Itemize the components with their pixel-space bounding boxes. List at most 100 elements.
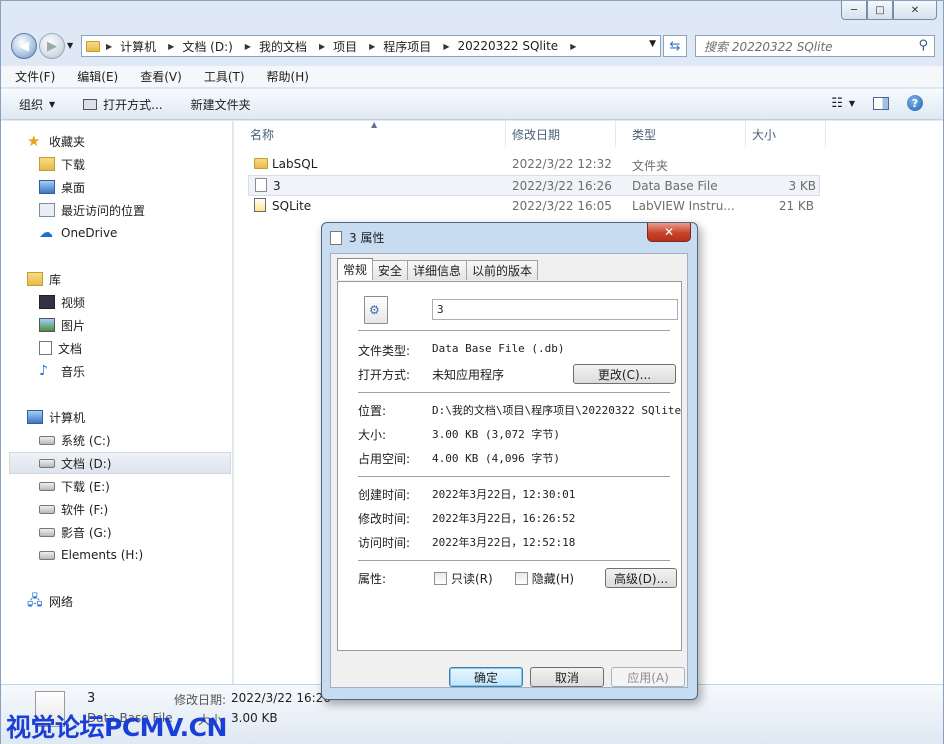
location-row: 位置: D:\我的文档\项目\程序项目\20220322 SQlite <box>358 402 681 419</box>
libraries-header[interactable]: 库 <box>27 268 61 290</box>
sidebar-item-drive-d[interactable]: 文档 (D:) <box>9 452 231 474</box>
sidebar-item-videos[interactable]: 视频 <box>39 291 85 313</box>
sidebar-item-music[interactable]: ♪ 音乐 <box>39 360 85 382</box>
file-name-input[interactable]: 3 <box>432 299 678 320</box>
sidebar-item-pictures[interactable]: 图片 <box>39 314 85 336</box>
sidebar-item-label: Elements (H:) <box>61 548 144 562</box>
document-icon <box>39 341 52 355</box>
refresh-button[interactable]: ⇆ <box>663 35 687 57</box>
sidebar-item-drive-g[interactable]: 影音 (G:) <box>39 521 112 543</box>
sidebar-item-drive-h[interactable]: Elements (H:) <box>39 544 143 566</box>
menu-view[interactable]: 查看(V) <box>136 68 186 85</box>
file-row-labsql[interactable]: LabSQL 2022/3/22 12:32 文件夹 <box>248 154 820 175</box>
file-type: LabVIEW Instru... <box>632 199 735 213</box>
advanced-button[interactable]: 高级(D)... <box>605 568 677 588</box>
menu-file[interactable]: 文件(F) <box>11 68 59 85</box>
tab-previous-versions[interactable]: 以前的版本 <box>466 260 539 280</box>
sidebar-item-onedrive[interactable]: ☁ OneDrive <box>39 222 117 244</box>
sidebar-item-label: 影音 (G:) <box>61 525 112 540</box>
file-type-row: 文件类型: Data Base File (.db) <box>358 342 564 359</box>
folder-icon <box>86 40 100 52</box>
tab-details[interactable]: 详细信息 <box>407 260 468 280</box>
column-header-size[interactable]: 大小 <box>736 121 826 147</box>
close-window-button[interactable]: ✕ <box>893 1 937 20</box>
address-bar[interactable]: ▶ 计算机 ▶ 文档 (D:) ▶ 我的文档 ▶ 项目 ▶ 程序项目 ▶ 20220322 … <box>81 35 661 57</box>
cancel-button[interactable]: 取消 <box>530 667 604 687</box>
checkbox-box <box>434 572 447 585</box>
breadcrumb-separator-icon[interactable]: ▶ <box>369 42 375 51</box>
address-dropdown-icon[interactable]: ▼ <box>649 39 656 49</box>
open-with-button[interactable]: 打开方式... <box>83 96 163 113</box>
network-header[interactable]: 🖧 网络 <box>27 590 73 612</box>
tab-general[interactable]: 常规 <box>337 258 374 280</box>
breadcrumb-drive-d[interactable]: 文档 (D:) <box>182 38 232 55</box>
view-options-icon[interactable]: ☷ <box>831 96 843 111</box>
preview-pane-icon[interactable] <box>873 96 889 110</box>
attributes-row: 属性: 只读(R) 隐藏(H) <box>358 570 574 587</box>
breadcrumb-separator-icon[interactable]: ▶ <box>570 42 576 51</box>
breadcrumb-separator-icon[interactable]: ▶ <box>168 42 174 51</box>
attributes-label: 属性: <box>358 572 387 586</box>
breadcrumb-current-folder[interactable]: 20220322 SQlite <box>457 39 558 53</box>
breadcrumb-my-documents[interactable]: 我的文档 <box>259 38 307 55</box>
column-header-name[interactable]: 名称 <box>234 121 506 147</box>
file-modified: 2022/3/22 12:32 <box>512 157 612 171</box>
organize-button[interactable]: 组织 ▼ <box>19 96 55 113</box>
breadcrumb-projects[interactable]: 项目 <box>333 38 357 55</box>
readonly-checkbox[interactable]: 只读(R) <box>434 570 493 587</box>
apply-button[interactable]: 应用(A) <box>611 667 685 687</box>
column-header-label: 名称 <box>250 127 275 142</box>
sidebar-item-recent-places[interactable]: 最近访问的位置 <box>39 199 145 221</box>
accessed-row: 访问时间: 2022年3月22日，12:52:18 <box>358 534 575 551</box>
computer-label: 计算机 <box>49 410 86 425</box>
tab-security[interactable]: 安全 <box>372 260 409 280</box>
favorites-header[interactable]: ★ 收藏夹 <box>27 130 85 152</box>
back-button[interactable]: ◀ <box>11 33 37 59</box>
change-button[interactable]: 更改(C)... <box>573 364 676 384</box>
accessed-value: 2022年3月22日，12:52:18 <box>432 536 576 549</box>
menu-help[interactable]: 帮助(H) <box>263 68 313 85</box>
sidebar-item-drive-e[interactable]: 下载 (E:) <box>39 475 110 497</box>
libraries-label: 库 <box>49 272 62 287</box>
dialog-title: 3 属性 <box>349 231 385 245</box>
column-header-type[interactable]: 类型 <box>616 121 746 147</box>
breadcrumb-separator-icon[interactable]: ▶ <box>245 42 251 51</box>
file-row-3[interactable]: 3 2022/3/22 16:26 Data Base File 3 KB <box>248 175 820 196</box>
computer-header[interactable]: 计算机 <box>27 406 85 428</box>
size-label: 大小: <box>358 428 387 442</box>
forward-button[interactable]: ▶ <box>39 33 65 59</box>
column-header-modified[interactable]: 修改日期 <box>496 121 616 147</box>
help-icon[interactable]: ? <box>907 95 923 111</box>
breadcrumb-separator-icon[interactable]: ▶ <box>319 42 325 51</box>
breadcrumb-program-projects[interactable]: 程序项目 <box>383 38 431 55</box>
recent-pages-chevron-icon[interactable]: ▼ <box>67 41 73 50</box>
menu-tools[interactable]: 工具(T) <box>200 68 249 85</box>
new-folder-button[interactable]: 新建文件夹 <box>191 96 251 113</box>
breadcrumb-computer[interactable]: 计算机 <box>120 38 156 55</box>
sidebar-item-drive-f[interactable]: 软件 (F:) <box>39 498 108 520</box>
modified-value: 2022年3月22日，16:26:52 <box>432 512 576 525</box>
video-icon <box>39 295 55 309</box>
sidebar-item-downloads[interactable]: 下载 <box>39 153 85 175</box>
menu-edit[interactable]: 编辑(E) <box>73 68 122 85</box>
dialog-close-button[interactable]: ✕ <box>647 223 691 242</box>
sidebar-item-desktop[interactable]: 桌面 <box>39 176 85 198</box>
view-dropdown-icon[interactable]: ▼ <box>849 99 855 108</box>
breadcrumb-separator-icon[interactable]: ▶ <box>443 42 449 51</box>
organize-label: 组织 <box>19 97 44 112</box>
maximize-button[interactable]: □ <box>867 1 893 20</box>
created-value: 2022年3月22日，12:30:01 <box>432 488 576 501</box>
file-row-sqlite[interactable]: SQLite 2022/3/22 16:05 LabVIEW Instru...… <box>248 196 820 217</box>
search-icon[interactable]: ⚲ <box>918 38 928 53</box>
minimize-button[interactable]: ─ <box>841 1 867 20</box>
sidebar-item-drive-c[interactable]: 系统 (C:) <box>39 429 111 451</box>
hidden-checkbox[interactable]: 隐藏(H) <box>514 570 574 587</box>
ok-button[interactable]: 确定 <box>449 667 523 687</box>
breadcrumb-separator-icon[interactable]: ▶ <box>106 42 112 51</box>
sidebar-item-label: 桌面 <box>61 180 86 195</box>
menu-bar: 文件(F) 编辑(E) 查看(V) 工具(T) 帮助(H) <box>1 66 943 88</box>
created-row: 创建时间: 2022年3月22日，12:30:01 <box>358 486 575 503</box>
sidebar-item-documents[interactable]: 文档 <box>39 337 82 359</box>
sidebar-item-label: 图片 <box>61 318 86 333</box>
search-input[interactable]: 搜索 20220322 SQlite ⚲ <box>695 35 935 57</box>
